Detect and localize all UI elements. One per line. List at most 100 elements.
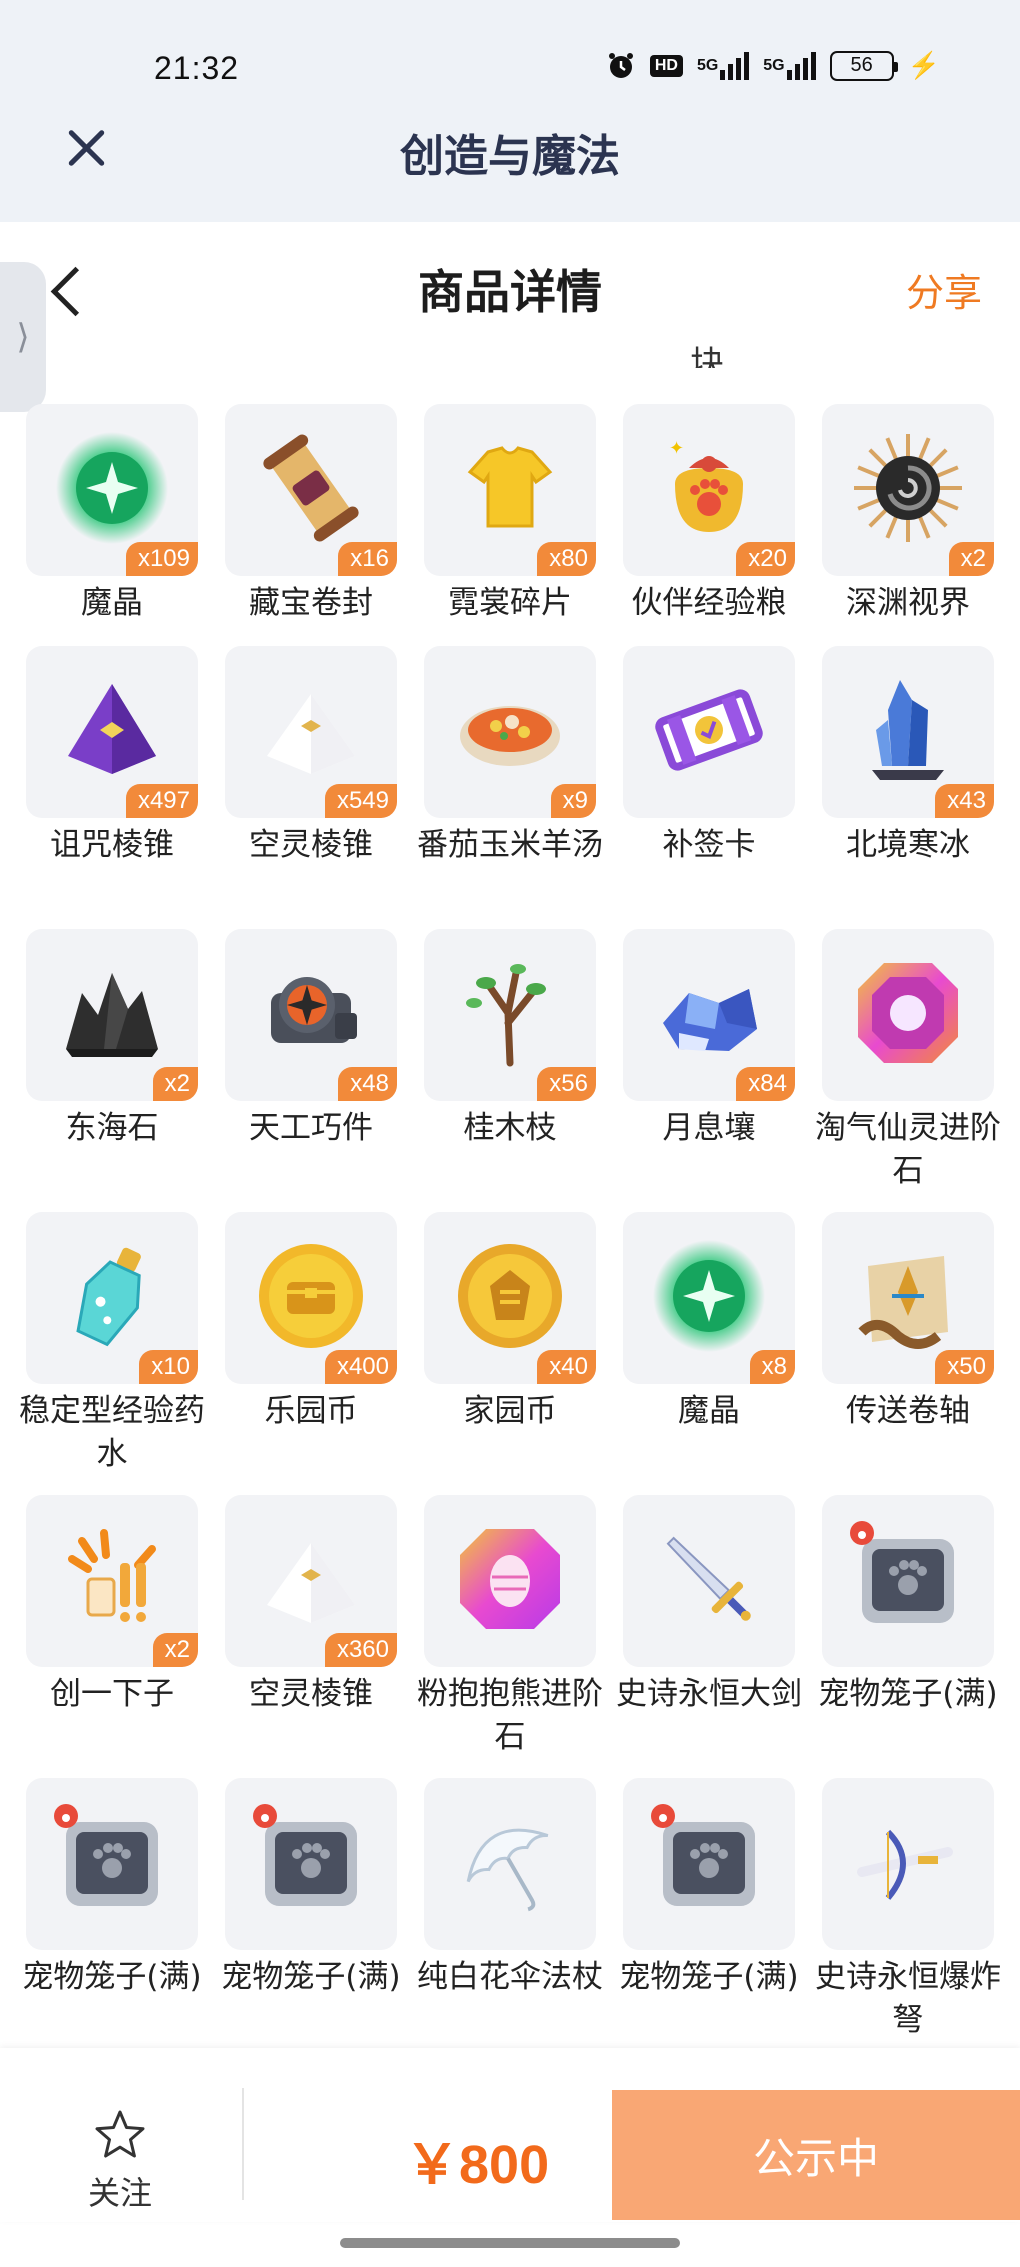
grid-item[interactable]: x2 创一下子 (26, 1495, 198, 1778)
grid-item[interactable]: x9 番茄玉米羊汤 (417, 646, 603, 929)
grid-item[interactable]: 宠物笼子(满) (22, 1778, 202, 2061)
item-tile (424, 1778, 596, 1950)
item-tile: ✦ x20 (623, 404, 795, 576)
item-name: 东海石 (65, 1110, 159, 1146)
app-header: 21:32 HD 5G 5G 56 ⚡ 创造与魔法 (0, 0, 1020, 222)
grid-item[interactable]: 宠物笼子(满) (221, 1778, 401, 2061)
item-tile (822, 1495, 994, 1667)
quantity-badge: x84 (736, 1067, 795, 1101)
item-tile: x56 (424, 929, 596, 1101)
grid-item[interactable]: x109 魔晶 (26, 404, 198, 646)
item-name: 伙伴经验粮 (631, 585, 787, 621)
pink-egg-gem-icon (450, 1519, 570, 1643)
black-rock-icon (52, 953, 172, 1077)
grid-item[interactable]: 史诗永恒爆炸弩 (815, 1778, 1001, 2061)
quantity-badge: x43 (935, 784, 994, 818)
signal-1-icon: 5G (697, 51, 750, 80)
item-tile: x109 (26, 404, 198, 576)
item-tile: x360 (225, 1495, 397, 1667)
grid-item[interactable]: x360 空灵棱锥 (225, 1495, 397, 1778)
svg-text:✦: ✦ (669, 438, 684, 459)
crossbow-icon (848, 1802, 968, 1926)
quantity-badge: x48 (338, 1067, 397, 1101)
item-name: 魔晶 (81, 585, 143, 621)
quantity-badge: x56 (537, 1067, 596, 1101)
grid-item[interactable]: x10 稳定型经验药水 (19, 1212, 205, 1495)
side-drawer-handle[interactable]: ⟩ (0, 262, 46, 412)
white-pyramid-icon (251, 670, 371, 794)
white-pyramid-icon (251, 1519, 371, 1643)
star-icon (95, 2110, 145, 2158)
grid-item[interactable]: x16 藏宝卷封 (225, 404, 397, 646)
item-name: 月息壤 (662, 1110, 756, 1146)
quantity-badge: x9 (550, 784, 596, 818)
item-tile: x16 (225, 404, 397, 576)
item-name: 粉抱抱熊进阶石 (417, 1676, 603, 1755)
green-crystal-orb-icon (52, 428, 172, 552)
abyss-vortex-icon (848, 428, 968, 552)
item-grid: x109 魔晶 x16 藏宝卷封 x80 霓裳碎片 ✦ x20 伙伴经验粮 x2 深渊视界 x497 诅… (19, 404, 1001, 2061)
grid-item[interactable]: 宠物笼子(满) (619, 1778, 799, 2061)
grid-item[interactable]: x40 家园币 (424, 1212, 596, 1495)
grid-item[interactable]: x400 乐园币 (225, 1212, 397, 1495)
item-tile: x84 (623, 929, 795, 1101)
item-name: 创一下子 (50, 1676, 174, 1712)
grid-item[interactable]: x50 传送卷轴 (822, 1212, 994, 1495)
grid-item[interactable]: x84 月息壤 (623, 929, 795, 1212)
grid-item[interactable]: 淘气仙灵进阶石 (815, 929, 1001, 1212)
grid-item[interactable]: x48 天工巧件 (225, 929, 397, 1212)
truncated-text: 块 (690, 344, 724, 368)
bottom-bar: 关注 ￥800 公示中 (0, 2048, 1020, 2222)
item-name: 北境寒冰 (846, 827, 970, 863)
grid-item[interactable]: x497 诅咒棱锥 (26, 646, 198, 929)
item-name: 诅咒棱锥 (50, 827, 174, 863)
item-name: 家园币 (463, 1393, 557, 1429)
grid-item[interactable]: x549 空灵棱锥 (225, 646, 397, 929)
battery-icon: 56 (829, 50, 898, 81)
item-tile: x2 (26, 1495, 198, 1667)
blue-soil-icon (649, 953, 769, 1077)
tree-branch-icon (450, 953, 570, 1077)
mechanical-part-icon (251, 953, 371, 1077)
great-sword-icon (649, 1519, 769, 1643)
soup-bowl-icon (450, 670, 570, 794)
follow-label: 关注 (87, 2174, 152, 2212)
item-tile: x9 (424, 646, 596, 818)
grid-item[interactable]: x80 霓裳碎片 (424, 404, 596, 646)
app-title: 创造与魔法 (400, 131, 620, 182)
item-name: 天工巧件 (249, 1110, 373, 1146)
hd-icon: HD (649, 54, 683, 77)
quantity-badge: x497 (125, 784, 198, 818)
item-name: 霓裳碎片 (448, 585, 572, 621)
grid-item[interactable]: 史诗永恒大剑 (616, 1495, 802, 1778)
grid-item[interactable]: x2 东海石 (26, 929, 198, 1212)
quantity-badge: x50 (935, 1350, 994, 1384)
pet-cage-icon (52, 1802, 172, 1926)
publicity-status-button[interactable]: 公示中 (612, 2090, 1020, 2220)
follow-button[interactable]: 关注 (60, 2108, 180, 2214)
item-tile: x10 (26, 1212, 198, 1384)
item-name: 传送卷轴 (846, 1393, 970, 1429)
item-tile (822, 1778, 994, 1950)
grid-item[interactable]: 粉抱抱熊进阶石 (417, 1495, 603, 1778)
item-name: 番茄玉米羊汤 (417, 827, 603, 863)
grid-item[interactable]: x8 魔晶 (623, 1212, 795, 1495)
pet-cage-icon (649, 1802, 769, 1926)
item-tile: x2 (822, 404, 994, 576)
signal-2-icon: 5G (763, 51, 816, 80)
potion-bottle-icon (52, 1236, 172, 1360)
item-tile (623, 1778, 795, 1950)
status-time: 21:32 (154, 50, 240, 86)
grid-item[interactable]: 宠物笼子(满) (818, 1495, 998, 1778)
quantity-badge: x400 (324, 1350, 397, 1384)
item-tile: x497 (26, 646, 198, 818)
share-button[interactable]: 分享 (906, 262, 982, 317)
grid-item[interactable]: x56 桂木枝 (424, 929, 596, 1212)
grid-item[interactable]: x43 北境寒冰 (822, 646, 994, 929)
item-tile (225, 1778, 397, 1950)
grid-item[interactable]: ✦ x20 伙伴经验粮 (623, 404, 795, 646)
grid-item[interactable]: 补签卡 (623, 646, 795, 929)
home-indicator[interactable] (340, 2238, 680, 2248)
grid-item[interactable]: x2 深渊视界 (822, 404, 994, 646)
grid-item[interactable]: 纯白花伞法杖 (417, 1778, 603, 2061)
